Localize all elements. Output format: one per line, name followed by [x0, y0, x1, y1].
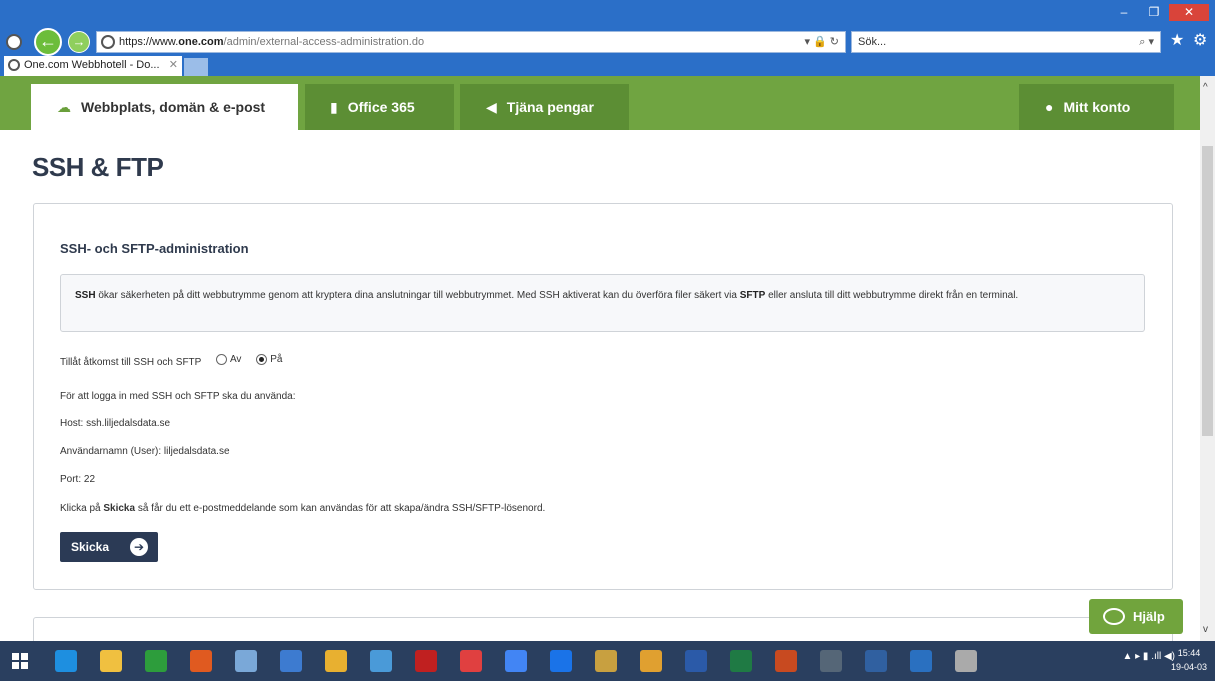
- page-title: SSH & FTP: [32, 152, 164, 182]
- radio-on-circle[interactable]: [256, 354, 268, 365]
- chrome-icon[interactable]: [640, 650, 662, 672]
- megaphone-icon: ◀: [486, 99, 497, 115]
- browser-logo-icon: [6, 34, 22, 50]
- tab-webbplats[interactable]: ☁ Webbplats, domän & e-post: [31, 84, 298, 130]
- info-bold-ssh: SSH: [75, 290, 96, 301]
- send-instructions: Klicka på Skicka så får du ett e-postmed…: [60, 503, 545, 514]
- font-icon[interactable]: [325, 650, 347, 672]
- tab-favicon-icon: [8, 59, 20, 71]
- window-controls: – ❐ ✕: [1109, 4, 1209, 21]
- port-info: Port: 22: [60, 474, 96, 485]
- ie-icon[interactable]: [955, 650, 977, 672]
- address-tools[interactable]: ▾ 🔒 ↻: [804, 32, 839, 52]
- media-icon[interactable]: [460, 650, 482, 672]
- tab-mitt-konto[interactable]: ● Mitt konto: [1019, 84, 1174, 130]
- url-host: one.com: [178, 36, 224, 48]
- navigation-bar: ← → https://www.one.com/admin/external-a…: [0, 28, 1215, 56]
- info-box: SSH ökar säkerheten på ditt webbutrymme …: [60, 274, 1145, 332]
- access-toggle-row: Tillåt åtkomst till SSH och SFTP Av På: [60, 354, 282, 368]
- send-prefix: Klicka på: [60, 503, 104, 514]
- store-icon[interactable]: [145, 650, 167, 672]
- save-icon[interactable]: [865, 650, 887, 672]
- explorer-icon[interactable]: [100, 650, 122, 672]
- restore-button[interactable]: ❐: [1139, 4, 1169, 21]
- send-bold: Skicka: [103, 503, 136, 514]
- tab-office365[interactable]: ▮ Office 365: [305, 84, 454, 130]
- notepad-icon[interactable]: [235, 650, 257, 672]
- tab-label: Webbplats, domän & e-post: [81, 99, 266, 115]
- tab-label: Mitt konto: [1063, 99, 1131, 115]
- tab-label: Office 365: [347, 99, 415, 115]
- outlook-icon[interactable]: [910, 650, 932, 672]
- info-text-1: ökar säkerheten på ditt webbutrymme geno…: [95, 290, 740, 301]
- login-intro: För att logga in med SSH och SFTP ska du…: [60, 391, 296, 402]
- sql-icon[interactable]: [595, 650, 617, 672]
- site-favicon-icon: [101, 35, 115, 49]
- clock[interactable]: 15:44 19-04-03: [1171, 646, 1207, 674]
- clock-date: 19-04-03: [1170, 662, 1207, 672]
- host-info: Host: ssh.liljedalsdata.se: [60, 418, 171, 429]
- arrow-right-icon: ➔: [130, 538, 148, 556]
- excel-icon[interactable]: [730, 650, 752, 672]
- close-window-button[interactable]: ✕: [1169, 4, 1209, 21]
- forward-button[interactable]: →: [68, 31, 90, 53]
- radio-on[interactable]: På: [256, 354, 282, 365]
- tool-icon[interactable]: [820, 650, 842, 672]
- user-icon: ●: [1045, 99, 1054, 115]
- favorites-star-icon[interactable]: ★: [1170, 30, 1184, 50]
- taskbar: ▲ ▸ ▮ .ıll ◀) 15:44 19-04-03: [0, 641, 1215, 681]
- google-icon[interactable]: [505, 650, 527, 672]
- system-tray[interactable]: ▲ ▸ ▮ .ıll ◀): [1122, 651, 1175, 662]
- cloud-icon: ☁: [57, 99, 71, 115]
- tab-strip: One.com Webbhotell - Do... ✕: [0, 56, 1215, 76]
- radio-off[interactable]: Av: [215, 354, 242, 365]
- tab-label: Tjäna pengar: [506, 99, 594, 115]
- clock-time: 15:44: [1177, 648, 1201, 658]
- access-label: Tillåt åtkomst till SSH och SFTP: [60, 357, 202, 368]
- minimize-button[interactable]: –: [1109, 4, 1139, 21]
- radio-off-circle[interactable]: [215, 354, 227, 365]
- search-input[interactable]: Sök... ⌕ ▾: [851, 31, 1161, 53]
- url-scheme: https://www.: [119, 36, 179, 48]
- scroll-up-icon[interactable]: ^: [1203, 82, 1208, 93]
- url-path: /admin/external-access-administration.do: [223, 36, 425, 48]
- powerpoint-icon[interactable]: [775, 650, 797, 672]
- send-suffix: så får du ett e-postmeddelande som kan a…: [135, 503, 546, 514]
- site-navigation: ☁ Webbplats, domän & e-post ▮ Office 365 ◀…: [0, 76, 1200, 130]
- teamviewer-icon[interactable]: [550, 650, 572, 672]
- section-title: SSH- och SFTP-administration: [60, 241, 249, 256]
- gear-icon[interactable]: ⚙: [1193, 30, 1207, 50]
- radio-on-label: På: [270, 354, 283, 365]
- close-tab-icon[interactable]: ✕: [169, 56, 178, 75]
- edge-icon[interactable]: [55, 650, 77, 672]
- office-icon: ▮: [330, 99, 338, 115]
- send-button[interactable]: Skicka ➔: [60, 532, 158, 562]
- info-text-2: eller ansluta till ditt webbutrymme dire…: [765, 290, 1019, 301]
- windows-start-icon[interactable]: [12, 653, 29, 670]
- browser-tab[interactable]: One.com Webbhotell - Do... ✕: [4, 56, 182, 76]
- info-bold-sftp: SFTP: [739, 290, 766, 301]
- new-tab-button[interactable]: [184, 58, 208, 76]
- search-placeholder: Sök...: [858, 36, 887, 48]
- tab-title: One.com Webbhotell - Do...: [24, 59, 160, 71]
- username-info: Användarnamn (User): liljedalsdata.se: [60, 446, 230, 457]
- filezilla-icon[interactable]: [415, 650, 437, 672]
- address-bar[interactable]: https://www.one.com/admin/external-acces…: [96, 31, 846, 53]
- scrollbar-thumb[interactable]: [1202, 146, 1213, 436]
- pen-icon[interactable]: [370, 650, 392, 672]
- scroll-down-icon[interactable]: v: [1203, 624, 1208, 635]
- help-button[interactable]: Hjälp: [1089, 599, 1183, 634]
- vertical-scrollbar[interactable]: ^ v: [1200, 76, 1215, 641]
- help-button-label: Hjälp: [1133, 609, 1165, 624]
- send-button-label: Skicka: [71, 540, 110, 554]
- tab-tjana-pengar[interactable]: ◀ Tjäna pengar: [460, 84, 629, 130]
- calc-icon[interactable]: [280, 650, 302, 672]
- browser-chrome: – ❐ ✕ ← → https://www.one.com/admin/exte…: [0, 0, 1215, 76]
- paint-icon[interactable]: [190, 650, 212, 672]
- word-icon[interactable]: [685, 650, 707, 672]
- back-button[interactable]: ←: [34, 28, 62, 56]
- radio-off-label: Av: [229, 354, 242, 365]
- chat-bubble-icon: [1103, 608, 1125, 625]
- search-icon[interactable]: ⌕ ▾: [1139, 32, 1154, 52]
